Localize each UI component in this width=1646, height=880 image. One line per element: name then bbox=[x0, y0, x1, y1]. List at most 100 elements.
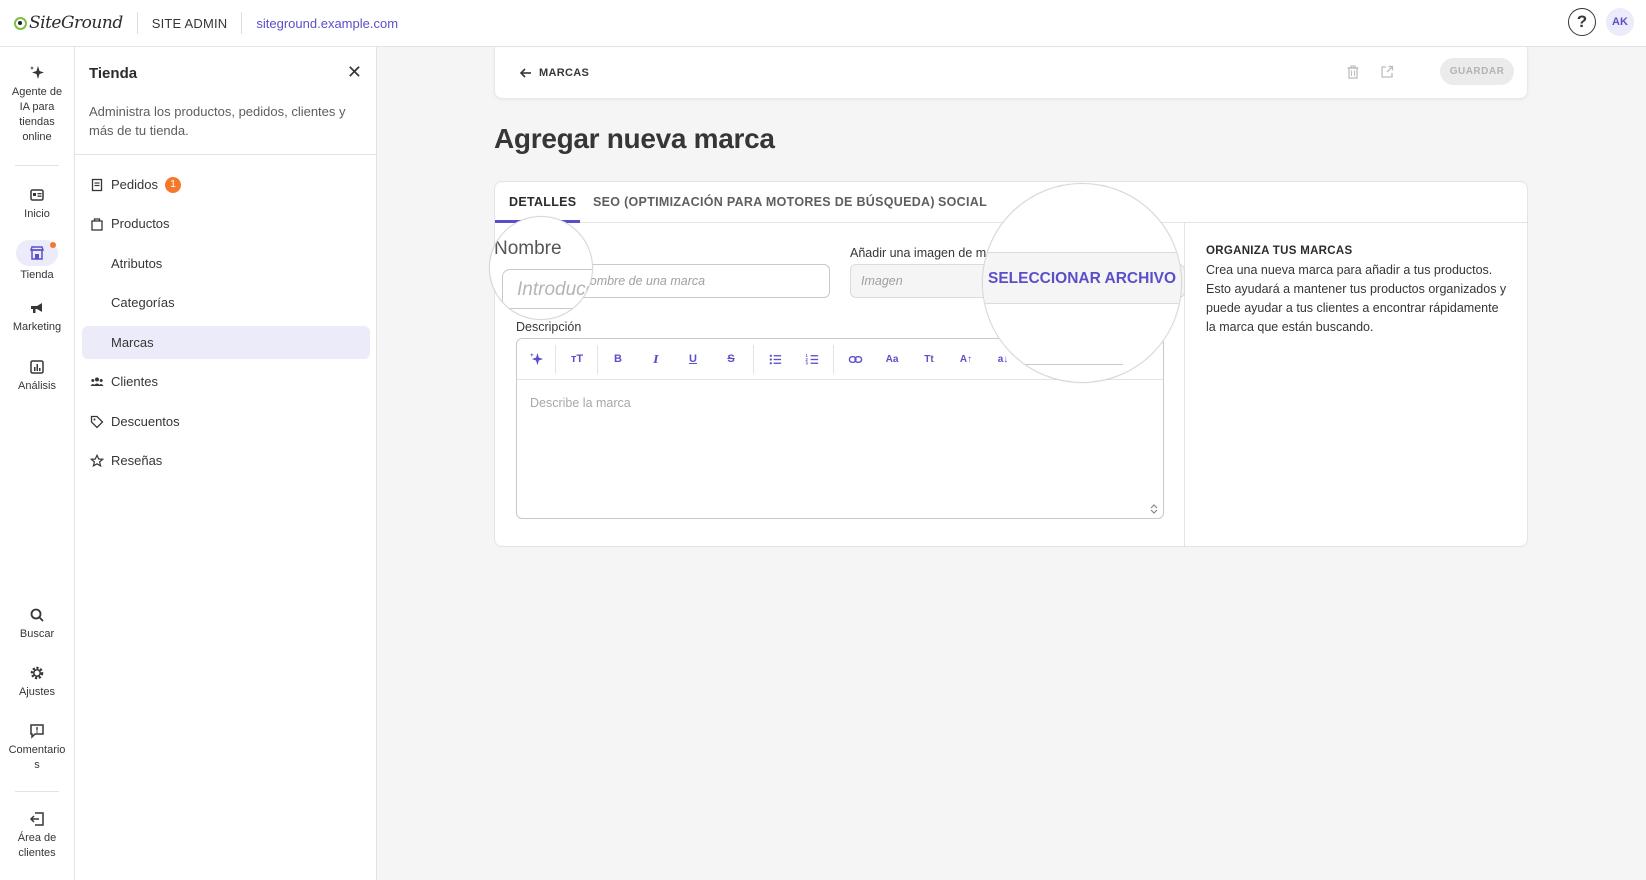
panel-title: Tienda bbox=[89, 65, 138, 82]
rail-item-client-area[interactable]: Área de clientes bbox=[0, 811, 74, 861]
resize-handle-icon[interactable] bbox=[1149, 503, 1159, 515]
nav-item-discounts[interactable]: Descuentos bbox=[82, 405, 370, 438]
back-to-brands-link[interactable]: MARCAS bbox=[519, 66, 589, 80]
nav-label: Marcas bbox=[111, 335, 154, 350]
search-icon bbox=[29, 607, 45, 623]
section-title: SITE ADMIN bbox=[151, 15, 228, 31]
left-rail: Agente de IA para tiendas online Inicio … bbox=[0, 47, 75, 880]
nav-label: Pedidos bbox=[111, 177, 158, 192]
external-link-icon[interactable] bbox=[1379, 64, 1395, 80]
svg-text:3: 3 bbox=[805, 360, 808, 365]
nav-item-products[interactable]: Productos bbox=[82, 207, 370, 240]
star-icon bbox=[90, 453, 104, 468]
nav-label: Atributos bbox=[111, 256, 163, 271]
title-case-icon[interactable]: Tt bbox=[921, 351, 937, 367]
description-label: Descripción bbox=[516, 320, 582, 334]
close-icon[interactable]: ✕ bbox=[347, 63, 362, 81]
rail-label: Tienda bbox=[20, 269, 54, 281]
nav-label: Productos bbox=[111, 216, 170, 231]
nav-item-attributes[interactable]: Atributos bbox=[82, 247, 370, 280]
question-icon: ? bbox=[1576, 12, 1588, 31]
arrow-left-icon bbox=[519, 68, 531, 78]
link-icon[interactable] bbox=[847, 351, 863, 367]
logo-text: SiteGround bbox=[29, 13, 123, 33]
tab-seo[interactable]: SEO (OPTIMIZACIÓN PARA MOTORES DE BÚSQUE… bbox=[593, 195, 935, 209]
rail-item-feedback[interactable]: Comentarios bbox=[0, 723, 74, 773]
nav-item-customers[interactable]: Clientes bbox=[82, 365, 370, 398]
magnified-name-label: Nombre bbox=[494, 238, 562, 259]
save-button[interactable]: GUARDAR bbox=[1440, 58, 1514, 85]
trash-icon[interactable] bbox=[1345, 64, 1361, 80]
chart-icon bbox=[29, 359, 45, 375]
divider bbox=[75, 154, 377, 155]
tab-details[interactable]: DETALLES bbox=[509, 195, 576, 209]
nav-label: Reseñas bbox=[111, 453, 163, 468]
store-panel: Tienda ✕ Administra los productos, pedid… bbox=[75, 47, 377, 880]
rail-item-settings[interactable]: Ajustes bbox=[0, 665, 74, 700]
rail-item-home[interactable]: Inicio bbox=[0, 187, 74, 222]
rail-item-search[interactable]: Buscar bbox=[0, 607, 74, 642]
rail-item-analytics[interactable]: Análisis bbox=[0, 359, 74, 394]
font-case-icon[interactable]: Aa bbox=[884, 351, 900, 367]
nav-label: Categorías bbox=[111, 295, 175, 310]
magnified-name-placeholder: Introduce el nombre de una marca bbox=[517, 279, 593, 300]
site-url-link[interactable]: siteground.example.com bbox=[256, 16, 398, 31]
ai-sparkle-icon[interactable] bbox=[528, 351, 544, 367]
underline-icon[interactable]: U bbox=[685, 351, 701, 367]
nav-item-orders[interactable]: Pedidos 1 bbox=[82, 168, 370, 201]
divider bbox=[753, 345, 754, 374]
rail-label: Ajustes bbox=[18, 686, 56, 698]
tag-icon bbox=[90, 415, 104, 429]
text-size-icon[interactable]: ᴛT bbox=[569, 351, 585, 367]
bag-icon bbox=[90, 217, 104, 231]
main-content: MARCAS GUARDAR Agregar nueva marca DETAL… bbox=[377, 47, 1646, 880]
back-label: MARCAS bbox=[539, 67, 590, 79]
top-bar: SiteGround SITE ADMIN siteground.example… bbox=[0, 0, 1646, 47]
bold-icon[interactable]: B bbox=[610, 351, 626, 367]
nav-item-reviews[interactable]: Reseñas bbox=[82, 444, 370, 477]
strikethrough-icon[interactable]: S bbox=[723, 351, 739, 367]
italic-icon[interactable]: I bbox=[648, 351, 664, 367]
bullet-list-icon[interactable] bbox=[767, 351, 783, 367]
avatar[interactable]: AK bbox=[1606, 8, 1634, 36]
divider bbox=[15, 165, 59, 166]
nav-label: Descuentos bbox=[111, 414, 180, 429]
siteground-logo[interactable]: SiteGround bbox=[14, 0, 123, 47]
rail-item-marketing[interactable]: Marketing bbox=[0, 300, 74, 335]
megaphone-icon bbox=[29, 300, 45, 316]
rail-label: Marketing bbox=[12, 321, 62, 333]
gear-icon bbox=[29, 665, 45, 681]
nav-item-brands[interactable]: Marcas bbox=[82, 326, 370, 359]
magnifier-lens-name: Nombre Introduce el nombre de una marca bbox=[489, 216, 593, 320]
rail-label: Buscar bbox=[19, 628, 55, 640]
dashboard-icon bbox=[29, 187, 45, 203]
divider bbox=[136, 12, 138, 34]
exit-icon bbox=[29, 811, 45, 827]
image-input[interactable]: Imagen bbox=[850, 264, 1000, 298]
rail-label: Inicio bbox=[24, 208, 50, 220]
page-title: Agregar nueva marca bbox=[494, 123, 775, 154]
orders-badge: 1 bbox=[164, 176, 181, 193]
divider bbox=[241, 12, 243, 34]
nav-item-categories[interactable]: Categorías bbox=[82, 286, 370, 319]
rail-label: Área de clientes bbox=[17, 832, 57, 859]
tab-social[interactable]: SOCIAL bbox=[938, 195, 987, 209]
divider bbox=[833, 345, 834, 374]
rail-item-store[interactable]: Tienda bbox=[0, 240, 74, 283]
description-placeholder[interactable]: Describe la marca bbox=[530, 396, 631, 410]
aside-title: ORGANIZA TUS MARCAS bbox=[1206, 245, 1353, 257]
rail-label: Agente de IA para tiendas online bbox=[11, 86, 63, 143]
brand-help-aside: ORGANIZA TUS MARCAS Crea una nueva marca… bbox=[1185, 223, 1527, 546]
help-button[interactable]: ? bbox=[1568, 8, 1596, 36]
rail-label: Comentarios bbox=[8, 744, 66, 771]
store-icon bbox=[29, 245, 45, 261]
users-icon bbox=[90, 375, 104, 389]
siteground-logo-icon bbox=[14, 16, 27, 30]
rail-item-ai-agent[interactable]: Agente de IA para tiendas online bbox=[0, 65, 74, 145]
panel-description: Administra los productos, pedidos, clien… bbox=[89, 104, 346, 138]
numbered-list-icon[interactable]: 123 bbox=[804, 351, 820, 367]
sparkle-icon bbox=[29, 65, 45, 81]
magnified-file-button: SELECCIONAR ARCHIVO bbox=[988, 270, 1177, 287]
uppercase-icon[interactable]: A↑ bbox=[958, 351, 974, 367]
receipt-icon bbox=[90, 178, 104, 192]
